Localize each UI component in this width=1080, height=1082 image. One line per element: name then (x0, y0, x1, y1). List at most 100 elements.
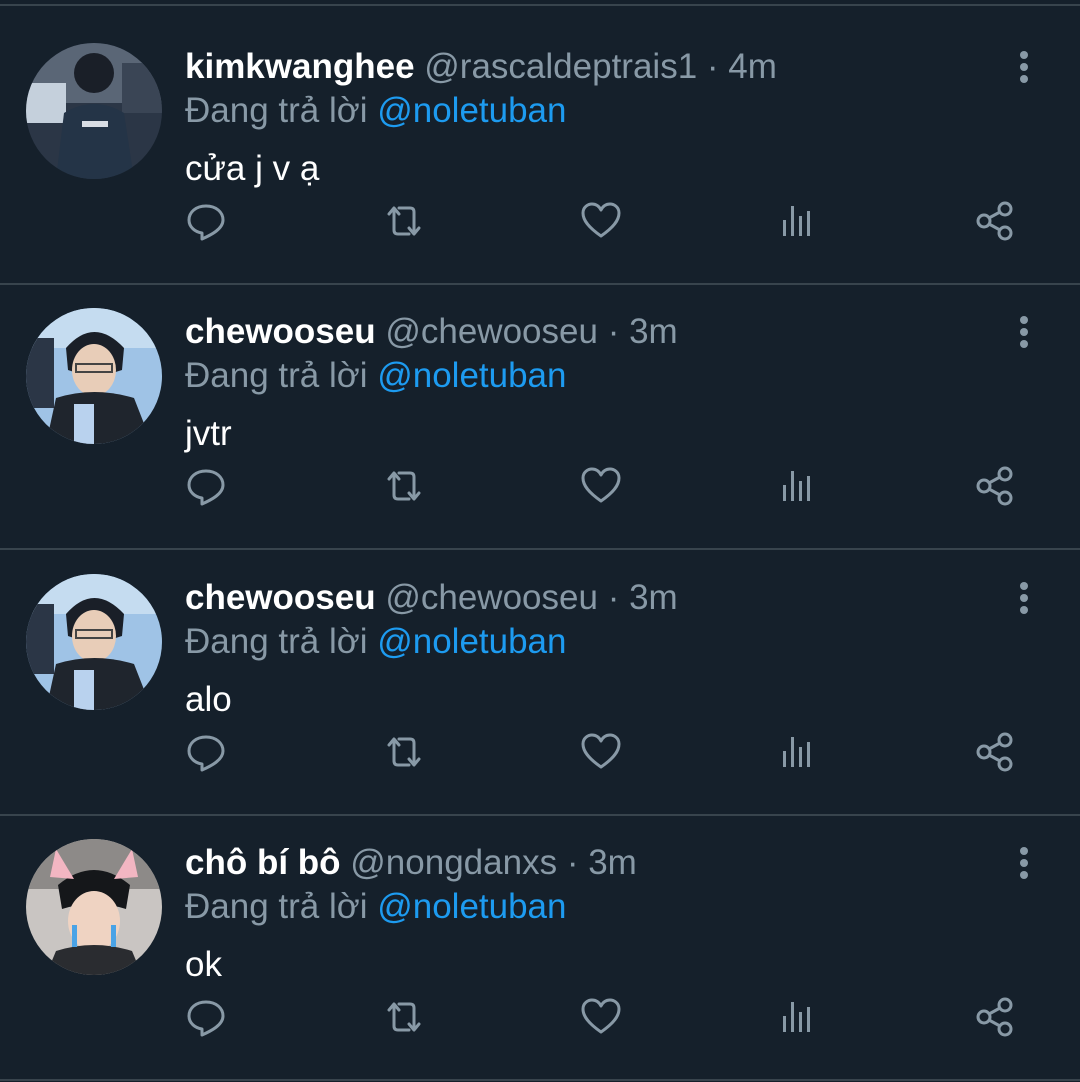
share-icon (976, 466, 1013, 506)
replying-to: Đang trả lời @noletuban (185, 618, 567, 666)
retweet-button[interactable] (376, 193, 432, 249)
share-icon (976, 732, 1013, 772)
analytics-icon (783, 206, 810, 236)
like-button[interactable] (573, 724, 629, 780)
analytics-button[interactable] (770, 458, 826, 514)
analytics-icon (783, 1002, 810, 1032)
retweet-icon (387, 471, 421, 501)
tweet-text: alo (185, 680, 232, 719)
reply-button[interactable] (178, 989, 234, 1045)
like-icon (581, 202, 621, 238)
user-handle[interactable]: @nongdanxs (350, 843, 557, 882)
tweet-actions (0, 193, 1080, 249)
tweet-item[interactable]: kimkwanghee @rascaldeptrais1 · 4m Đang t… (0, 43, 1080, 283)
tweet-item[interactable]: chô bí bô @nongdanxs · 3m Đang trả lời @… (0, 839, 1080, 1079)
retweet-button[interactable] (376, 989, 432, 1045)
divider (0, 548, 1080, 550)
avatar-photo-icon (26, 308, 162, 444)
like-button[interactable] (573, 458, 629, 514)
replying-to-label: Đang trả lời (185, 91, 368, 130)
analytics-button[interactable] (770, 724, 826, 780)
avatar[interactable] (26, 839, 162, 975)
avatar[interactable] (26, 574, 162, 710)
reply-icon (187, 735, 225, 772)
timestamp[interactable]: 3m (629, 312, 678, 351)
display-name[interactable]: chewooseu (185, 312, 376, 351)
user-handle[interactable]: @rascaldeptrais1 (424, 47, 697, 86)
tweet-header: chewooseu @chewooseu · 3m (185, 308, 678, 356)
replying-to-mention[interactable]: @noletuban (377, 622, 566, 661)
more-options-button[interactable] (1004, 578, 1044, 618)
share-icon (976, 201, 1013, 241)
retweet-icon (387, 1002, 421, 1032)
divider (0, 283, 1080, 285)
replying-to-mention[interactable]: @noletuban (377, 887, 566, 926)
separator-dot: · (607, 578, 620, 617)
analytics-button[interactable] (770, 193, 826, 249)
reply-button[interactable] (178, 724, 234, 780)
tweet-actions (0, 458, 1080, 514)
retweet-button[interactable] (376, 458, 432, 514)
like-icon (581, 733, 621, 769)
like-button[interactable] (573, 193, 629, 249)
more-options-button[interactable] (1004, 47, 1044, 87)
like-button[interactable] (573, 989, 629, 1045)
separator-dot: · (566, 843, 579, 882)
user-handle[interactable]: @chewooseu (385, 312, 598, 351)
share-button[interactable] (967, 458, 1023, 514)
avatar[interactable] (26, 43, 162, 179)
tweet-item[interactable]: chewooseu @chewooseu · 3m Đang trả lời @… (0, 308, 1080, 548)
retweet-icon (387, 206, 421, 236)
analytics-icon (783, 471, 810, 501)
replying-to-label: Đang trả lời (185, 622, 368, 661)
more-options-button[interactable] (1004, 843, 1044, 883)
divider (0, 4, 1080, 6)
divider (0, 814, 1080, 816)
separator-dot: · (607, 312, 620, 351)
analytics-icon (783, 737, 810, 767)
display-name[interactable]: chô bí bô (185, 843, 341, 882)
avatar[interactable] (26, 308, 162, 444)
replying-to-mention[interactable]: @noletuban (377, 356, 566, 395)
reply-button[interactable] (178, 458, 234, 514)
tweet-item[interactable]: chewooseu @chewooseu · 3m Đang trả lời @… (0, 574, 1080, 814)
like-icon (581, 998, 621, 1034)
tweet-header: chewooseu @chewooseu · 3m (185, 574, 678, 622)
tweet-header: kimkwanghee @rascaldeptrais1 · 4m (185, 43, 777, 91)
display-name[interactable]: chewooseu (185, 578, 376, 617)
replying-to: Đang trả lời @noletuban (185, 87, 567, 135)
display-name[interactable]: kimkwanghee (185, 47, 415, 86)
analytics-button[interactable] (770, 989, 826, 1045)
user-handle[interactable]: @chewooseu (385, 578, 598, 617)
tweet-text: jvtr (185, 414, 232, 453)
more-options-button[interactable] (1004, 312, 1044, 352)
more-vertical-icon (1020, 582, 1028, 614)
timestamp[interactable]: 4m (728, 47, 777, 86)
tweet-actions (0, 989, 1080, 1045)
share-button[interactable] (967, 193, 1023, 249)
tweet-text: cửa j v ạ (185, 149, 320, 188)
timestamp[interactable]: 3m (588, 843, 637, 882)
replying-to-mention[interactable]: @noletuban (377, 91, 566, 130)
reply-feed: kimkwanghee @rascaldeptrais1 · 4m Đang t… (0, 0, 1080, 1082)
replying-to-label: Đang trả lời (185, 356, 368, 395)
more-vertical-icon (1020, 51, 1028, 83)
share-button[interactable] (967, 989, 1023, 1045)
replying-to: Đang trả lời @noletuban (185, 352, 567, 400)
reply-icon (187, 1000, 225, 1037)
retweet-button[interactable] (376, 724, 432, 780)
tweet-header: chô bí bô @nongdanxs · 3m (185, 839, 637, 887)
avatar-photo-icon (26, 574, 162, 710)
share-button[interactable] (967, 724, 1023, 780)
timestamp[interactable]: 3m (629, 578, 678, 617)
reply-button[interactable] (178, 193, 234, 249)
replying-to-label: Đang trả lời (185, 887, 368, 926)
more-vertical-icon (1020, 847, 1028, 879)
tweet-text: ok (185, 945, 222, 984)
retweet-icon (387, 737, 421, 767)
replying-to: Đang trả lời @noletuban (185, 883, 567, 931)
like-icon (581, 467, 621, 503)
tweet-actions (0, 724, 1080, 780)
avatar-photo-icon (26, 43, 162, 179)
divider (0, 1079, 1080, 1081)
